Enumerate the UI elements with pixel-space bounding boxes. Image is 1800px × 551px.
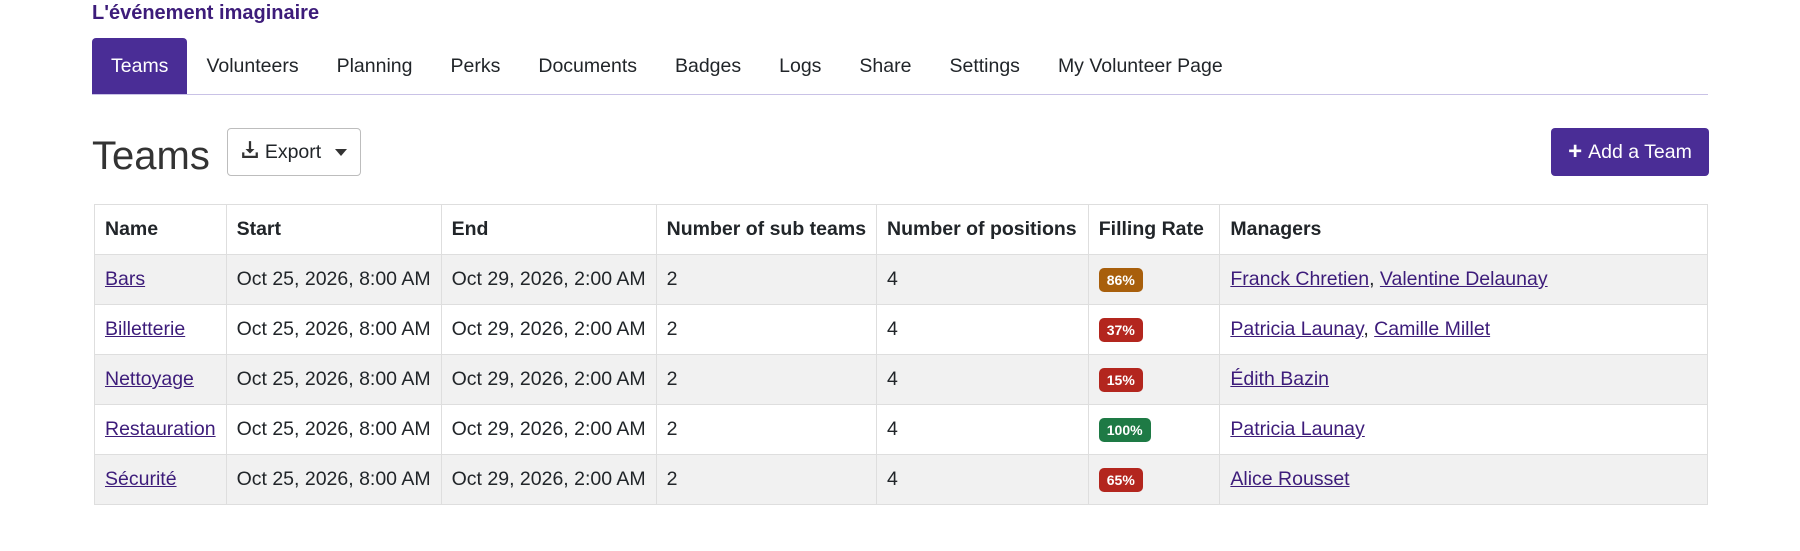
end-cell: Oct 29, 2026, 2:00 AM [440, 254, 657, 305]
table-row: Bars Oct 25, 2026, 8:00 AM Oct 29, 2026, 2… [94, 254, 1708, 305]
managers-cell: Alice Rousset [1219, 454, 1708, 505]
caret-down-icon [335, 148, 348, 156]
team-name-cell: Billetterie [94, 304, 227, 355]
column-header[interactable]: Number of positions [876, 204, 1089, 255]
end-cell: Oct 29, 2026, 2:00 AM [440, 354, 657, 405]
team-name-link[interactable]: Sécurité [105, 468, 177, 490]
export-label: Export [264, 140, 322, 163]
filling-rate-badge: 86% [1098, 267, 1143, 292]
end-cell: Oct 29, 2026, 2:00 AM [440, 404, 657, 455]
manager-link[interactable]: Camille Millet [1374, 318, 1490, 340]
end-cell: Oct 29, 2026, 2:00 AM [440, 454, 657, 505]
manager-link[interactable]: Valentine Delaunay [1380, 268, 1548, 290]
positions-cell: 4 [876, 354, 1089, 405]
filling-rate-badge: 15% [1098, 367, 1143, 392]
start-cell: Oct 25, 2026, 8:00 AM [225, 454, 442, 505]
team-name-cell: Sécurité [94, 454, 227, 505]
filling-rate-badge: 100% [1098, 417, 1151, 442]
managers-cell: Patricia Launay, Camille Millet [1219, 304, 1708, 355]
team-name-cell: Nettoyage [94, 354, 227, 405]
teams-table: Name Start End Number of sub teams Number of… [94, 204, 1708, 505]
filling-rate-cell: 15% [1087, 354, 1221, 405]
separator: , [1363, 318, 1375, 340]
sub-teams-cell: 2 [655, 454, 878, 505]
separator: , [1369, 268, 1380, 290]
table-row: Restauration Oct 25, 2026, 8:00 AM Oct 29,… [94, 404, 1708, 455]
managers-cell: Franck Chretien, Valentine Delaunay [1219, 254, 1708, 305]
team-name-cell: Restauration [94, 404, 227, 455]
column-header[interactable]: Number of sub teams [655, 204, 878, 255]
filling-rate-cell: 37% [1087, 304, 1221, 355]
positions-cell: 4 [876, 404, 1089, 455]
start-cell: Oct 25, 2026, 8:00 AM [225, 354, 442, 405]
tab-share[interactable]: Share [840, 38, 930, 94]
tab-logs[interactable]: Logs [760, 38, 840, 94]
positions-cell: 4 [876, 454, 1089, 505]
managers-cell: Édith Bazin [1219, 354, 1708, 405]
start-cell: Oct 25, 2026, 8:00 AM [225, 254, 442, 305]
team-name-link[interactable]: Bars [105, 268, 145, 290]
manager-link[interactable]: Édith Bazin [1230, 368, 1329, 390]
manager-link[interactable]: Patricia Launay [1230, 318, 1363, 340]
tab-my-volunteer-page[interactable]: My Volunteer Page [1039, 38, 1242, 94]
tab-perks[interactable]: Perks [432, 38, 520, 94]
manager-link[interactable]: Alice Rousset [1230, 468, 1349, 490]
table-row: Nettoyage Oct 25, 2026, 8:00 AM Oct 29, 20… [94, 354, 1708, 405]
filling-rate-cell: 100% [1087, 404, 1221, 455]
team-name-link[interactable]: Nettoyage [105, 368, 194, 390]
sub-teams-cell: 2 [655, 254, 878, 305]
table-row: Billetterie Oct 25, 2026, 8:00 AM Oct 29, … [94, 304, 1708, 355]
column-header[interactable]: Start [225, 204, 442, 255]
filling-rate-badge: 37% [1098, 317, 1143, 342]
sub-teams-cell: 2 [655, 304, 878, 355]
start-cell: Oct 25, 2026, 8:00 AM [225, 404, 442, 455]
managers-cell: Patricia Launay [1219, 404, 1708, 455]
start-cell: Oct 25, 2026, 8:00 AM [225, 304, 442, 355]
positions-cell: 4 [876, 254, 1089, 305]
team-name-cell: Bars [94, 254, 227, 305]
download-icon [241, 140, 259, 164]
tab-volunteers[interactable]: Volunteers [187, 38, 317, 94]
filling-rate-cell: 86% [1087, 254, 1221, 305]
filling-rate-badge: 65% [1098, 467, 1143, 492]
table-header-row: Name Start End Number of sub teams Number of… [94, 204, 1708, 255]
team-name-link[interactable]: Billetterie [105, 318, 185, 340]
sub-teams-cell: 2 [655, 404, 878, 455]
tab-badges[interactable]: Badges [656, 38, 760, 94]
column-header[interactable]: Managers [1219, 204, 1708, 255]
positions-cell: 4 [876, 304, 1089, 355]
app-page: L'événement imaginaire Teams Volunteers Pl… [0, 0, 1800, 551]
add-team-label: Add a Team [1588, 140, 1692, 163]
plus-icon: + [1568, 138, 1583, 165]
column-header[interactable]: End [440, 204, 657, 255]
team-name-link[interactable]: Restauration [105, 418, 216, 440]
tab-planning[interactable]: Planning [318, 38, 432, 94]
tab-documents[interactable]: Documents [519, 38, 656, 94]
table-row: Sécurité Oct 25, 2026, 8:00 AM Oct 29, 202… [94, 454, 1708, 505]
end-cell: Oct 29, 2026, 2:00 AM [440, 304, 657, 355]
tab-teams[interactable]: Teams [92, 38, 188, 94]
add-team-button[interactable]: + Add a Team [1551, 128, 1709, 176]
column-header[interactable]: Filling Rate [1087, 204, 1221, 255]
tab-settings[interactable]: Settings [930, 38, 1038, 94]
event-title[interactable]: L'événement imaginaire [92, 2, 319, 25]
export-button[interactable]: Export [227, 128, 361, 176]
nav-tabs: Teams Volunteers Planning Perks Documents Bad… [92, 38, 1708, 95]
filling-rate-cell: 65% [1087, 454, 1221, 505]
page-title: Teams [92, 134, 210, 178]
manager-link[interactable]: Franck Chretien [1230, 268, 1369, 290]
manager-link[interactable]: Patricia Launay [1230, 418, 1364, 440]
column-header[interactable]: Name [94, 204, 227, 255]
sub-teams-cell: 2 [655, 354, 878, 405]
